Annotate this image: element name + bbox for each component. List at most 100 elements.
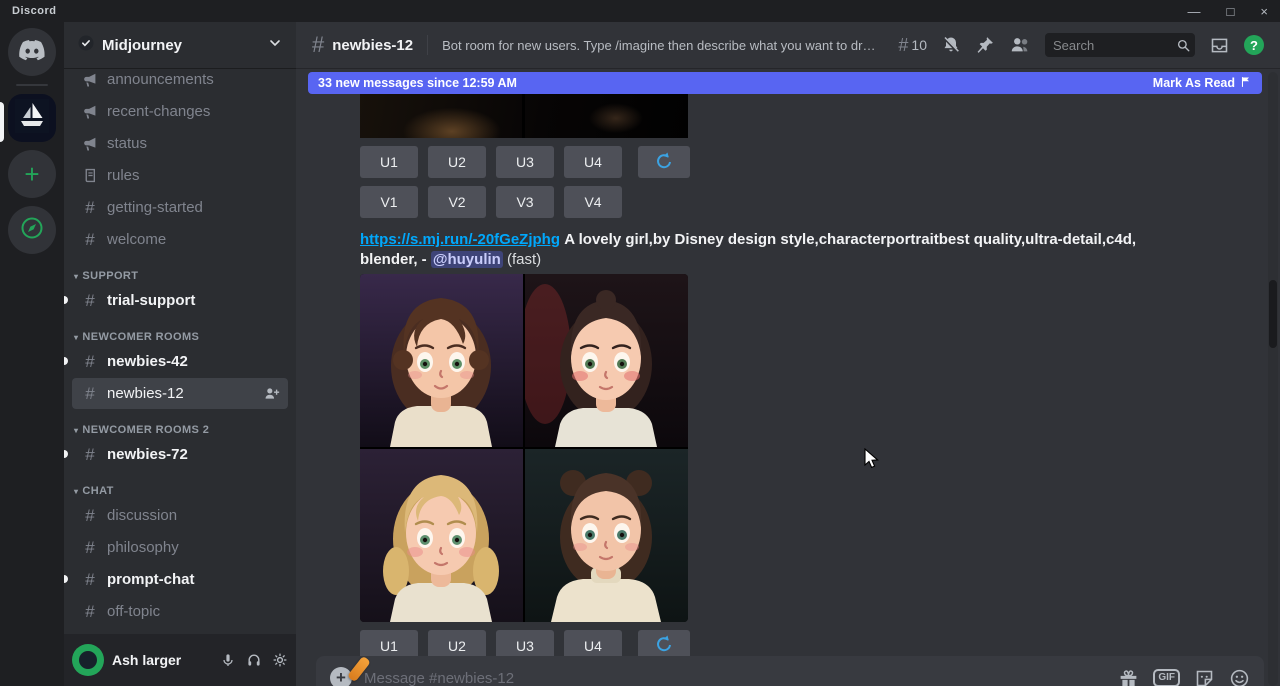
channel-label: recent-changes — [107, 103, 210, 120]
channel-newbies-42[interactable]: # newbies-42 — [72, 346, 288, 377]
scrollbar-thumb[interactable] — [1269, 280, 1277, 348]
inbox-icon[interactable] — [1209, 35, 1230, 56]
maximize-button[interactable]: □ — [1227, 5, 1235, 18]
microphone-icon[interactable] — [220, 652, 236, 668]
u2-button[interactable]: U2 — [428, 146, 486, 178]
search-box — [1045, 33, 1195, 57]
refresh-icon — [654, 634, 674, 657]
emoji-picker-icon[interactable] — [1229, 668, 1250, 686]
u1-button[interactable]: U1 — [360, 146, 418, 178]
plus-icon: + — [24, 161, 39, 187]
channel-label: announcements — [107, 71, 214, 88]
generated-image-grid[interactable] — [360, 274, 688, 622]
server-header[interactable]: Midjourney — [64, 22, 296, 68]
v4-button[interactable]: V4 — [564, 186, 622, 218]
channel-trial-support[interactable]: # trial-support — [72, 285, 288, 316]
divider — [427, 35, 428, 55]
u4-button[interactable]: U4 — [564, 146, 622, 178]
rules-icon — [80, 167, 100, 184]
channel-rules[interactable]: rules — [72, 160, 288, 191]
avatar[interactable] — [72, 644, 104, 676]
channel-label: discussion — [107, 507, 177, 524]
sailboat-icon — [15, 99, 49, 138]
explore-servers-button[interactable] — [8, 206, 56, 254]
hash-icon: # — [80, 353, 100, 370]
message-input[interactable] — [364, 670, 1106, 686]
channel-welcome[interactable]: # welcome — [72, 224, 288, 255]
notification-settings-icon[interactable] — [941, 35, 961, 55]
new-messages-bar[interactable]: 33 new messages since 12:59 AM Mark As R… — [308, 72, 1262, 94]
app-title: Discord — [12, 5, 56, 17]
member-list-icon[interactable] — [1009, 34, 1031, 56]
active-server-indicator — [0, 102, 4, 142]
hash-icon: # — [80, 385, 100, 402]
gif-picker-button[interactable]: GIF — [1153, 669, 1180, 686]
refresh-icon — [654, 151, 674, 174]
scrollbar-track[interactable] — [1268, 72, 1278, 686]
mark-as-read-button[interactable]: Mark As Read — [1153, 76, 1252, 91]
channel-getting-started[interactable]: # getting-started — [72, 192, 288, 223]
generated-image-3[interactable] — [360, 449, 523, 622]
minimize-button[interactable]: — — [1188, 5, 1201, 18]
generated-image-2[interactable] — [525, 274, 688, 447]
channel-status[interactable]: status — [72, 128, 288, 159]
user-area: Ash larger — [64, 634, 296, 686]
mark-as-read-label: Mark As Read — [1153, 76, 1235, 90]
previous-generated-image[interactable] — [360, 94, 688, 138]
section-newcomer-rooms-2[interactable]: ▾ NEWCOMER ROOMS 2 — [64, 410, 296, 438]
v1-button[interactable]: V1 — [360, 186, 418, 218]
search-input[interactable] — [1053, 38, 1172, 53]
channel-topic[interactable]: Bot room for new users. Type /imagine th… — [442, 38, 882, 53]
add-server-button[interactable]: + — [8, 150, 56, 198]
generated-image-1[interactable] — [360, 274, 523, 447]
section-label: CHAT — [82, 485, 113, 497]
help-icon[interactable]: ? — [1244, 35, 1264, 55]
unread-indicator — [64, 296, 68, 304]
channel-philosophy[interactable]: # philosophy — [72, 532, 288, 563]
channel-announcements[interactable]: announcements — [72, 68, 288, 95]
server-icon-midjourney[interactable] — [8, 94, 56, 142]
prompt-link[interactable]: https://s.mj.run/-20fGeZjphg — [360, 231, 560, 248]
gift-icon[interactable] — [1118, 668, 1139, 686]
create-invite-icon[interactable] — [263, 385, 280, 402]
channel-discussion[interactable]: # discussion — [72, 500, 288, 531]
v3-button[interactable]: V3 — [496, 186, 554, 218]
username: Ash larger — [112, 652, 212, 668]
channel-label: getting-started — [107, 199, 203, 216]
home-button[interactable] — [8, 28, 56, 76]
chat-area: # newbies-12 Bot room for new users. Typ… — [296, 22, 1280, 686]
channel-newbies-72[interactable]: # newbies-72 — [72, 439, 288, 470]
v2-button[interactable]: V2 — [428, 186, 486, 218]
channel-recent-changes[interactable]: recent-changes — [72, 96, 288, 127]
chevron-down-icon: ▾ — [74, 426, 78, 435]
channel-label: off-topic — [107, 603, 160, 620]
section-newcomer-rooms[interactable]: ▾ NEWCOMER ROOMS — [64, 317, 296, 345]
channel-prompt-chat[interactable]: # prompt-chat — [72, 564, 288, 595]
section-chat[interactable]: ▾ CHAT — [64, 471, 296, 499]
headphones-icon[interactable] — [246, 652, 262, 668]
hash-icon: # — [80, 603, 100, 620]
hash-icon: # — [312, 34, 324, 56]
channel-newbies-12[interactable]: # newbies-12 — [72, 378, 288, 409]
channel-off-topic[interactable]: # off-topic — [72, 596, 288, 627]
pinned-messages-icon[interactable] — [975, 35, 995, 55]
u3-button[interactable]: U3 — [496, 146, 554, 178]
close-button[interactable]: × — [1260, 5, 1268, 18]
channel-label: trial-support — [107, 292, 195, 309]
generated-image-4[interactable] — [525, 449, 688, 622]
variation-button-row: V1 V2 V3 V4 — [360, 186, 1280, 218]
user-mention[interactable]: @huyulin — [431, 251, 503, 268]
reroll-button[interactable] — [638, 146, 690, 178]
generation-mode: (fast) — [507, 251, 541, 268]
sticker-icon[interactable] — [1194, 668, 1215, 686]
channel-label: prompt-chat — [107, 571, 195, 588]
channel-label: newbies-72 — [107, 446, 188, 463]
settings-gear-icon[interactable] — [272, 652, 288, 668]
compass-icon — [19, 215, 45, 246]
channel-label: status — [107, 135, 147, 152]
discord-app: Discord — □ × + — [0, 0, 1280, 686]
threads-button[interactable]: # 10 — [898, 36, 927, 54]
section-support[interactable]: ▾ SUPPORT — [64, 256, 296, 284]
unread-indicator — [64, 450, 68, 458]
hash-icon: # — [80, 507, 100, 524]
